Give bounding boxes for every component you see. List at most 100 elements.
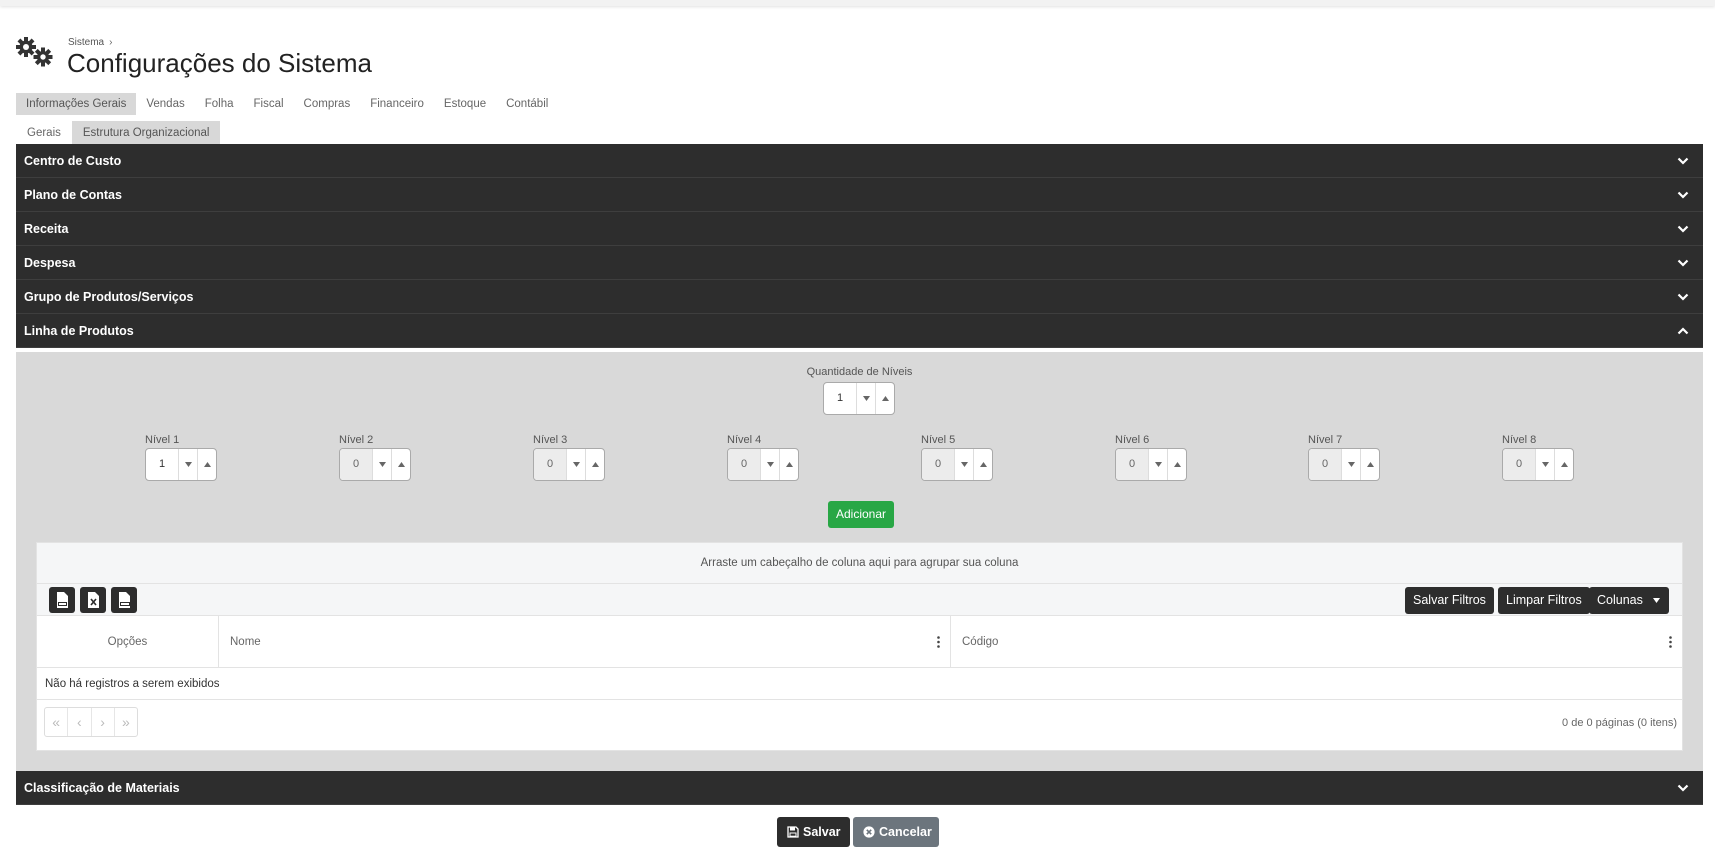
first-page-button[interactable]: «: [45, 708, 69, 736]
stepper-increment-button[interactable]: [585, 449, 604, 480]
colunas-dropdown-button[interactable]: Colunas: [1589, 587, 1669, 614]
subtab-gerais[interactable]: Gerais: [16, 121, 72, 145]
salvar-filtros-button[interactable]: Salvar Filtros: [1405, 587, 1494, 614]
tab-compras[interactable]: Compras: [294, 93, 361, 115]
section-label: Classificação de Materiais: [24, 781, 180, 795]
column-opcoes[interactable]: Opções: [37, 616, 219, 667]
nivel-label: Nível 1: [145, 434, 180, 446]
stepper-decrement-button[interactable]: [372, 449, 391, 480]
column-codigo[interactable]: Código: [951, 616, 1682, 667]
linha-de-produtos-panel: Quantidade de Níveis 1 Nível 1 1 Nível 2…: [16, 352, 1703, 771]
cancel-circle-icon: [863, 826, 875, 838]
nivel-6-field: Nível 6 0: [1115, 434, 1195, 481]
tab-estoque[interactable]: Estoque: [434, 93, 496, 115]
nivel-6-stepper[interactable]: 0: [1115, 448, 1187, 481]
group-panel[interactable]: Arraste um cabeçalho de coluna aqui para…: [37, 543, 1682, 584]
nivel-5-stepper[interactable]: 0: [921, 448, 993, 481]
section-grupo-de-produtos-servicos[interactable]: Grupo de Produtos/Serviços: [16, 280, 1703, 314]
save-icon: [787, 826, 799, 838]
nivel-1-stepper[interactable]: 1: [145, 448, 217, 481]
stepper-increment-button[interactable]: [197, 449, 216, 480]
stepper-value[interactable]: 1: [146, 449, 178, 480]
nivel-label: Nível 4: [727, 434, 762, 446]
nivel-4-field: Nível 4 0: [727, 434, 807, 481]
nivel-3-stepper[interactable]: 0: [533, 448, 605, 481]
quantidade-niveis-stepper[interactable]: 1: [823, 382, 895, 415]
tab-vendas[interactable]: Vendas: [136, 93, 194, 115]
caret-down-icon: [572, 462, 580, 467]
last-page-button[interactable]: »: [115, 708, 137, 736]
column-nome[interactable]: Nome: [219, 616, 951, 667]
stepper-value[interactable]: 0: [922, 449, 954, 480]
next-page-button[interactable]: ›: [92, 708, 115, 736]
stepper-increment-button[interactable]: [1360, 449, 1379, 480]
export-csv-button[interactable]: [111, 587, 137, 613]
subtab-estrutura-organizacional[interactable]: Estrutura Organizacional: [71, 121, 221, 145]
stepper-value[interactable]: 0: [1116, 449, 1148, 480]
nivel-8-field: Nível 8 0: [1502, 434, 1582, 481]
stepper-value[interactable]: 0: [534, 449, 566, 480]
column-menu-icon[interactable]: [1669, 636, 1672, 648]
tab-informacoes-gerais[interactable]: Informações Gerais: [16, 93, 137, 115]
section-despesa[interactable]: Despesa: [16, 246, 1703, 280]
export-pdf-button[interactable]: [49, 587, 75, 613]
stepper-decrement-button[interactable]: [1535, 449, 1554, 480]
stepper-increment-button[interactable]: [875, 383, 894, 414]
column-label: Código: [962, 636, 999, 648]
stepper-decrement-button[interactable]: [566, 449, 585, 480]
nivel-2-stepper[interactable]: 0: [339, 448, 411, 481]
stepper-value[interactable]: 0: [340, 449, 372, 480]
caret-up-icon: [785, 462, 793, 467]
caret-down-icon: [378, 462, 386, 467]
prev-page-button[interactable]: ‹: [68, 708, 92, 736]
nivel-7-stepper[interactable]: 0: [1308, 448, 1380, 481]
pager-buttons: « ‹ › »: [44, 707, 138, 737]
stepper-increment-button[interactable]: [1167, 449, 1186, 480]
stepper-value[interactable]: 0: [1503, 449, 1535, 480]
stepper-increment-button[interactable]: [779, 449, 798, 480]
adicionar-button[interactable]: Adicionar: [828, 501, 894, 528]
salvar-button[interactable]: Salvar: [777, 817, 850, 847]
nivel-label: Nível 5: [921, 434, 956, 446]
export-excel-button[interactable]: [80, 587, 106, 613]
cancelar-button[interactable]: Cancelar: [853, 817, 939, 847]
tab-fiscal[interactable]: Fiscal: [244, 93, 294, 115]
stepper-increment-button[interactable]: [1554, 449, 1573, 480]
column-menu-icon[interactable]: [937, 636, 940, 648]
breadcrumb: Sistema ›: [68, 37, 112, 48]
stepper-decrement-button[interactable]: [856, 383, 875, 414]
caret-down-icon: [766, 462, 774, 467]
limpar-filtros-button[interactable]: Limpar Filtros: [1498, 587, 1590, 614]
cancelar-label: Cancelar: [879, 825, 932, 839]
stepper-decrement-button[interactable]: [954, 449, 973, 480]
section-plano-de-contas[interactable]: Plano de Contas: [16, 178, 1703, 212]
tab-contabil[interactable]: Contábil: [496, 93, 558, 115]
breadcrumb-item-sistema[interactable]: Sistema: [68, 37, 104, 48]
stepper-value[interactable]: 0: [1309, 449, 1341, 480]
nivel-8-stepper[interactable]: 0: [1502, 448, 1574, 481]
section-classificacao-de-materiais[interactable]: Classificação de Materiais: [16, 771, 1703, 805]
nivel-4-stepper[interactable]: 0: [727, 448, 799, 481]
tab-folha[interactable]: Folha: [195, 93, 244, 115]
excel-file-icon: [88, 592, 99, 608]
caret-down-icon: [1541, 462, 1549, 467]
stepper-decrement-button[interactable]: [760, 449, 779, 480]
caret-up-icon: [203, 462, 211, 467]
section-label: Grupo de Produtos/Serviços: [24, 290, 194, 304]
stepper-value[interactable]: 0: [728, 449, 760, 480]
stepper-decrement-button[interactable]: [1341, 449, 1360, 480]
grid-toolbar: Salvar Filtros Limpar Filtros Colunas: [37, 584, 1682, 616]
section-linha-de-produtos[interactable]: Linha de Produtos: [16, 314, 1703, 348]
chevron-down-icon: [1677, 225, 1689, 233]
stepper-increment-button[interactable]: [391, 449, 410, 480]
tab-financeiro[interactable]: Financeiro: [360, 93, 434, 115]
nivel-2-field: Nível 2 0: [339, 434, 419, 481]
stepper-decrement-button[interactable]: [1148, 449, 1167, 480]
section-label: Centro de Custo: [24, 154, 122, 168]
caret-up-icon: [1366, 462, 1374, 467]
stepper-value[interactable]: 1: [824, 383, 856, 414]
section-centro-de-custo[interactable]: Centro de Custo: [16, 144, 1703, 178]
stepper-increment-button[interactable]: [973, 449, 992, 480]
section-receita[interactable]: Receita: [16, 212, 1703, 246]
stepper-decrement-button[interactable]: [178, 449, 197, 480]
